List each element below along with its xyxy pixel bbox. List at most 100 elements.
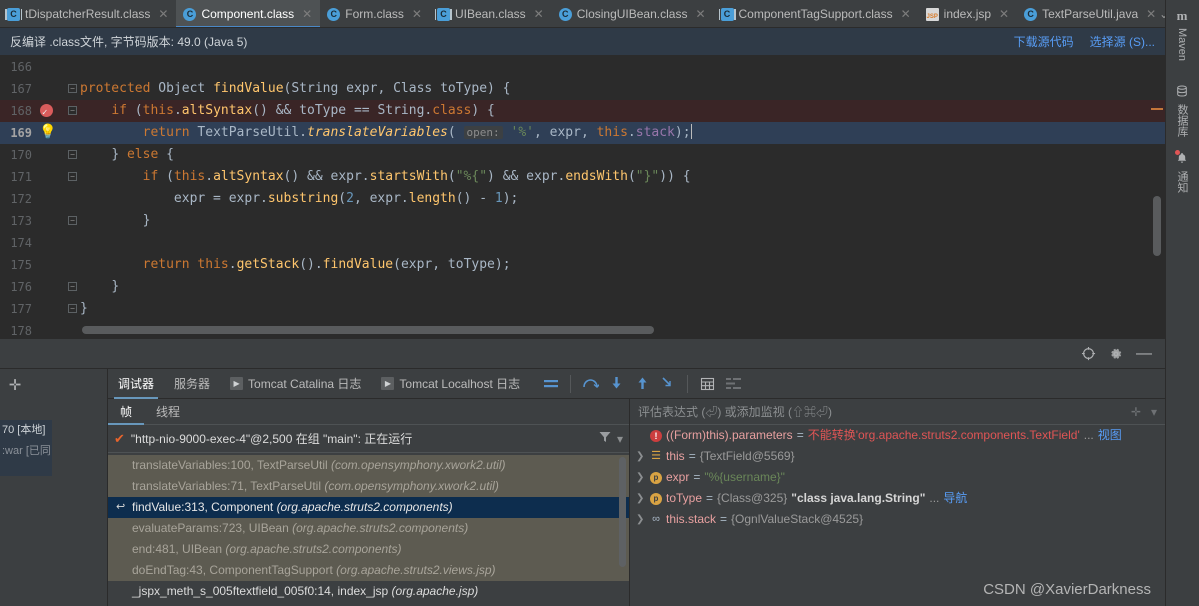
thread-selector[interactable]: ✔ "http-nio-9000-exec-4"@2,500 在组 "main"… bbox=[108, 425, 629, 453]
choose-sources-link[interactable]: 选择源 (S)... bbox=[1090, 33, 1155, 50]
close-icon[interactable]: ✕ bbox=[412, 7, 422, 21]
frame-package: (org.apache.struts2.components) bbox=[276, 500, 453, 514]
fold-minus-icon[interactable]: − bbox=[68, 106, 77, 115]
add-watch-icon[interactable]: ✛ bbox=[1131, 405, 1141, 419]
chevron-down-icon[interactable]: ▾ bbox=[617, 432, 623, 446]
jsp-file-icon: JSP bbox=[925, 7, 939, 21]
tree-chevron[interactable]: ❯ bbox=[636, 509, 646, 530]
sort-icon[interactable] bbox=[720, 371, 746, 397]
fold-end-icon[interactable]: − bbox=[68, 304, 77, 313]
tree-chevron[interactable]: ❯ bbox=[636, 488, 646, 509]
step-out-icon[interactable] bbox=[629, 371, 655, 397]
left-edge-panel[interactable]: 70 [本地] :war [已同 bbox=[0, 420, 52, 476]
fold-minus-icon[interactable]: − bbox=[68, 84, 77, 93]
tree-chevron[interactable]: ❯ bbox=[636, 467, 646, 488]
close-icon[interactable]: ✕ bbox=[302, 7, 312, 21]
editor-tab[interactable]: C ClosingUIBean.class ✕ bbox=[552, 0, 714, 27]
stack-frame[interactable]: doEndTag:43, ComponentTagSupport (org.ap… bbox=[108, 560, 629, 581]
line-number: 174 bbox=[10, 236, 32, 250]
editor-tab[interactable]: C tDispatcherResult.class ✕ bbox=[0, 0, 176, 27]
code-line-breakpoint: 168 − if (this.altSyntax() && toType == … bbox=[0, 100, 1165, 124]
add-icon[interactable]: ✛ bbox=[4, 374, 26, 396]
editor-tab[interactable]: JSP index.jsp ✕ bbox=[919, 0, 1017, 27]
param-icon: p bbox=[650, 492, 662, 505]
navigate-link[interactable]: 导航 bbox=[943, 488, 967, 509]
sidebar-item-maven[interactable]: m Maven bbox=[1165, 8, 1199, 61]
sidebar-item-notifications[interactable]: 通知 bbox=[1165, 150, 1199, 193]
frames-scrollbar[interactable] bbox=[619, 457, 626, 567]
tab-tomcat-localhost-log[interactable]: ▶ Tomcat Localhost 日志 bbox=[371, 369, 530, 399]
tab-server[interactable]: 服务器 bbox=[164, 369, 220, 399]
variable-row[interactable]: ❯ ∞ this.stack = {OgnlValueStack@4525} bbox=[630, 509, 1165, 530]
tab-threads[interactable]: 线程 bbox=[144, 399, 192, 425]
evaluate-icon[interactable] bbox=[694, 371, 720, 397]
variable-value-string: "class java.lang.String" bbox=[791, 491, 926, 505]
call-stack-list[interactable]: translateVariables:100, TextParseUtil (c… bbox=[108, 455, 629, 606]
tab-frames[interactable]: 帧 bbox=[108, 399, 145, 425]
locate-icon[interactable] bbox=[1075, 341, 1101, 367]
variable-row[interactable]: ❯ ☰ this = {TextField@5569} bbox=[630, 446, 1165, 467]
line-gutter: 177 − bbox=[0, 298, 77, 320]
editor-horizontal-scrollbar[interactable] bbox=[82, 326, 654, 334]
error-stripe-mark[interactable] bbox=[1151, 108, 1163, 110]
evaluate-expression-field[interactable]: 评估表达式 (⏎) 或添加监视 (⇧⌘⏎) ✛ ▾ bbox=[630, 399, 1165, 425]
stack-frame[interactable]: end:481, UIBean (org.apache.struts2.comp… bbox=[108, 539, 629, 560]
close-icon[interactable]: ✕ bbox=[695, 7, 705, 21]
tab-tomcat-catalina-log[interactable]: ▶ Tomcat Catalina 日志 bbox=[220, 369, 371, 399]
database-icon bbox=[1176, 85, 1188, 100]
editor-tab[interactable]: C TextParseUtil.java ✕ bbox=[1017, 0, 1164, 27]
stack-frame[interactable]: _jspx_meth_s_005ftextfield_005f0:14, ind… bbox=[108, 581, 629, 602]
chevron-down-icon[interactable]: ▾ bbox=[1151, 405, 1157, 419]
tab-label: Tomcat Localhost 日志 bbox=[399, 377, 521, 391]
filter-icon[interactable] bbox=[599, 431, 611, 446]
line-number: 171 bbox=[10, 170, 32, 184]
fold-end-icon[interactable]: − bbox=[68, 216, 77, 225]
tree-chevron[interactable]: ❯ bbox=[636, 446, 646, 467]
fold-minus-icon[interactable]: − bbox=[68, 172, 77, 181]
code-line: 166 bbox=[0, 56, 1165, 78]
sidebar-item-database[interactable]: 数据库 bbox=[1165, 85, 1199, 137]
editor-tab-label: Form.class bbox=[345, 7, 404, 21]
close-icon[interactable]: ✕ bbox=[534, 7, 544, 21]
code-editor[interactable]: 166 167 − protected Object findValue(Str… bbox=[0, 56, 1165, 338]
stack-frame[interactable]: translateVariables:100, TextParseUtil (c… bbox=[108, 455, 629, 476]
fold-end-icon[interactable]: − bbox=[68, 282, 77, 291]
editor-tab[interactable]: C ComponentTagSupport.class ✕ bbox=[714, 0, 919, 27]
stack-frame-selected[interactable]: ↩ findValue:313, Component (org.apache.s… bbox=[108, 497, 629, 518]
variable-row[interactable]: ❯ p expr = "%{username}" bbox=[630, 467, 1165, 488]
code-line: 176 − } bbox=[0, 276, 1165, 298]
step-into-icon[interactable] bbox=[603, 371, 629, 397]
variable-row[interactable]: ❯ p toType = {Class@325} "class java.lan… bbox=[630, 488, 1165, 509]
layout-icon[interactable] bbox=[538, 371, 564, 397]
line-number: 170 bbox=[10, 148, 32, 162]
frame-method: translateVariables:100, TextParseUtil bbox=[132, 458, 328, 472]
tab-debugger[interactable]: 调试器 bbox=[108, 369, 164, 399]
class-file-icon: C bbox=[183, 7, 197, 21]
variable-row-error[interactable]: ! ((Form)this).parameters = 不能转换'org.apa… bbox=[630, 425, 1165, 446]
stack-frame[interactable]: translateVariables:71, TextParseUtil (co… bbox=[108, 476, 629, 497]
editor-tab[interactable]: C Form.class ✕ bbox=[320, 0, 430, 27]
editor-tab[interactable]: C UIBean.class ✕ bbox=[430, 0, 552, 27]
editor-tab-bar: C tDispatcherResult.class ✕ C Component.… bbox=[0, 0, 1165, 28]
close-icon[interactable]: ✕ bbox=[901, 7, 911, 21]
close-icon[interactable]: ✕ bbox=[999, 7, 1009, 21]
download-sources-link[interactable]: 下载源代码 bbox=[1014, 33, 1074, 50]
tab-label: 服务器 bbox=[174, 377, 211, 391]
gear-icon[interactable] bbox=[1103, 341, 1129, 367]
editor-vertical-scrollbar[interactable] bbox=[1153, 196, 1161, 256]
left-edge-line: 70 [本地] bbox=[2, 424, 46, 436]
frames-pane: 帧 线程 ✔ "http-nio-9000-exec-4"@2,500 在组 "… bbox=[108, 399, 630, 606]
breakpoint-icon[interactable] bbox=[40, 102, 53, 124]
intention-bulb-icon[interactable]: 💡 bbox=[39, 125, 56, 140]
view-link[interactable]: 视图 bbox=[1098, 425, 1122, 446]
run-to-cursor-icon[interactable] bbox=[655, 371, 681, 397]
stack-frame[interactable]: _jspx_meth_s_005fform_005f0:14, index_js… bbox=[108, 602, 629, 606]
close-icon[interactable]: ✕ bbox=[158, 7, 168, 21]
step-over-icon[interactable] bbox=[577, 371, 603, 397]
maven-icon: m bbox=[1176, 8, 1188, 23]
fold-plus-icon[interactable]: − bbox=[68, 150, 77, 159]
editor-tab-active[interactable]: C Component.class ✕ bbox=[176, 0, 321, 27]
minimize-icon[interactable]: — bbox=[1131, 341, 1157, 367]
code-line: 177 − } bbox=[0, 298, 1165, 320]
stack-frame[interactable]: evaluateParams:723, UIBean (org.apache.s… bbox=[108, 518, 629, 539]
